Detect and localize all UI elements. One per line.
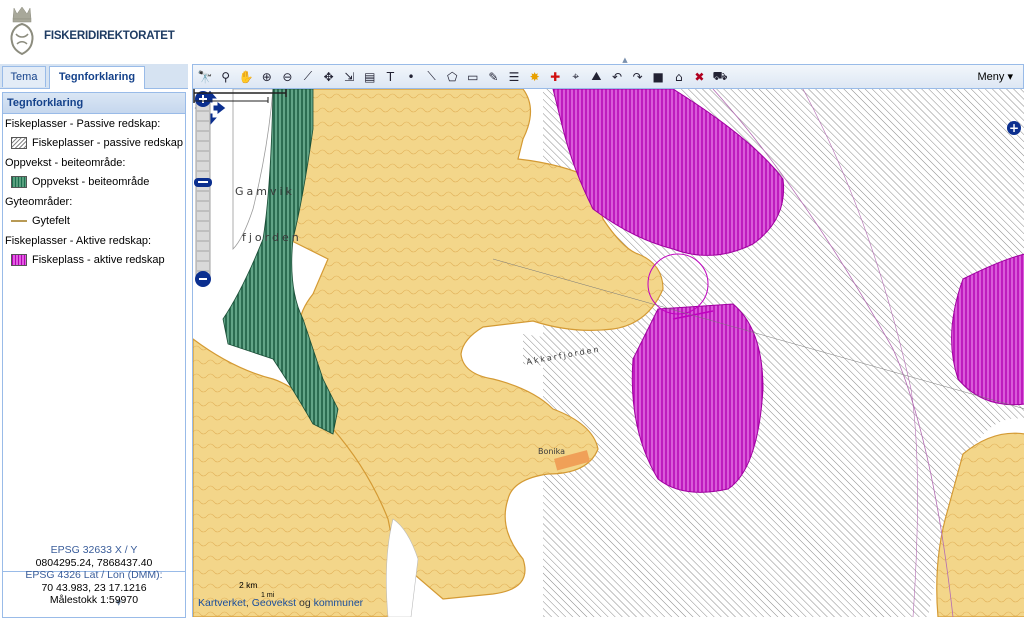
stop-icon[interactable]: ■: [649, 67, 667, 86]
legend-panel: Tegnforklaring Fiskeplasser - Passive re…: [2, 92, 186, 572]
active-gear-swatch: [11, 254, 27, 266]
expand-overview-button[interactable]: +: [1007, 121, 1021, 135]
utm-icon[interactable]: ⌖: [567, 67, 585, 86]
legend-item: Gytefelt: [11, 214, 185, 228]
map-canvas[interactable]: [193, 89, 1024, 617]
legend-title: Tegnforklaring: [3, 93, 185, 114]
attribution-link-kommuner[interactable]: kommuner: [314, 597, 364, 609]
scale-km-label: 2 km: [239, 580, 258, 590]
vehicle-icon[interactable]: ⛟: [711, 67, 729, 86]
map-scale: Målestokk 1:59970: [49, 594, 139, 606]
attribution-link-geovekst[interactable]: Geovekst: [252, 597, 296, 609]
scale-bar: [193, 89, 287, 103]
nursery-area-swatch: [11, 176, 27, 188]
crown-emblem-icon: [10, 6, 34, 56]
legend-item-label: Gytefelt: [32, 215, 70, 227]
app-header: FISKERIDIREKTORATET: [0, 0, 1024, 62]
tab-tema[interactable]: Tema: [2, 66, 46, 87]
map-attribution: Kartverket, Geovekst og kommuner: [198, 597, 363, 609]
edit-icon[interactable]: ✎: [484, 67, 502, 86]
side-panel-tabs: Tema Tegnforklaring: [0, 64, 188, 89]
zoom-in-icon[interactable]: ⊕: [258, 67, 276, 86]
legend-group-heading: Fiskeplasser - Aktive redskap:: [5, 235, 152, 247]
tab-tegnforklaring[interactable]: Tegnforklaring: [49, 66, 145, 89]
legend-item-label: Oppvekst - beiteområde: [32, 176, 150, 188]
epsg32633-label: EPSG 32633 X / Y: [50, 544, 138, 556]
measure-line-icon[interactable]: ⟋: [299, 67, 317, 86]
coordinate-readout: EPSG 32633 X / Y 0804295.24, 7868437.40 …: [2, 542, 186, 618]
terrain-icon[interactable]: ⛰: [587, 67, 605, 86]
list-icon[interactable]: ☰: [505, 67, 523, 86]
attribution-and: og: [296, 597, 314, 609]
redo-icon[interactable]: ↷: [629, 67, 647, 86]
legend-item: Fiskeplasser - passive redskap: [11, 136, 185, 150]
highlight-icon[interactable]: ✸: [526, 67, 544, 86]
place-label: Bonika: [538, 447, 566, 456]
place-label: Gamvik: [235, 185, 295, 198]
epsg32633-value: 0804295.24, 7868437.40: [35, 556, 153, 569]
passive-gear-swatch: [11, 137, 27, 149]
pan-hand-icon[interactable]: ✋: [237, 67, 255, 86]
line-icon[interactable]: ⟍: [423, 67, 441, 86]
point-icon[interactable]: •: [402, 67, 420, 86]
place-label: fjorden: [242, 231, 302, 244]
add-red-cross-icon[interactable]: ✚: [546, 67, 564, 86]
epsg4326-value: 70 43.983, 23 17.1216: [41, 581, 147, 594]
binoculars-search-icon[interactable]: ⚲: [217, 67, 235, 86]
side-panel: Tema Tegnforklaring Tegnforklaring Fiske…: [0, 64, 188, 619]
epsg4326-label: EPSG 4326 Lat / Lon (DMM):: [25, 569, 163, 581]
gps-icon[interactable]: ⌂: [670, 67, 688, 86]
clear-icon[interactable]: ✖: [690, 67, 708, 86]
print-icon[interactable]: ▤: [361, 67, 379, 86]
collapse-header-handle[interactable]: ▲: [620, 57, 630, 64]
menu-button[interactable]: Meny ▾: [978, 70, 1013, 83]
map-view[interactable]: Gamvik fjorden Akkarfjorden Bonika + 2 k…: [192, 89, 1024, 617]
binoculars-icon[interactable]: 🔭: [196, 67, 214, 86]
legend-item: Fiskeplass - aktive redskap: [11, 253, 185, 267]
legend-group-heading: Fiskeplasser - Passive redskap:: [5, 118, 161, 130]
legend-group-heading: Oppvekst - beiteområde:: [5, 157, 126, 169]
legend-item-label: Fiskeplass - aktive redskap: [32, 254, 165, 266]
export-icon[interactable]: ⇲: [340, 67, 358, 86]
undo-icon[interactable]: ↶: [608, 67, 626, 86]
legend-item: Oppvekst - beiteområde: [11, 175, 185, 189]
rectangle-icon[interactable]: ▭: [464, 67, 482, 86]
zoom-out-icon[interactable]: ⊖: [278, 67, 296, 86]
legend-item-label: Fiskeplasser - passive redskap: [32, 137, 184, 149]
map-toolbar: 🔭 ⚲ ✋ ⊕ ⊖ ⟋ ✥ ⇲ ▤ T • ⟍ ⬠ ▭ ✎ ☰ ✸ ✚ ⌖ ⛰ ↶ ↷ ■ ⌂ ✖ ⛟ Meny ▾: [192, 64, 1024, 89]
text-icon[interactable]: T: [381, 67, 399, 86]
spawning-area-swatch: [11, 215, 27, 227]
legend-group-heading: Gyteområder:: [5, 196, 73, 208]
polygon-icon[interactable]: ⬠: [443, 67, 461, 86]
pan-arrows-icon[interactable]: ✥: [320, 67, 338, 86]
brand-name: FISKERIDIREKTORATET: [44, 30, 175, 42]
zoom-slider[interactable]: [193, 89, 213, 289]
attribution-link-kartverket[interactable]: Kartverket: [198, 597, 246, 609]
